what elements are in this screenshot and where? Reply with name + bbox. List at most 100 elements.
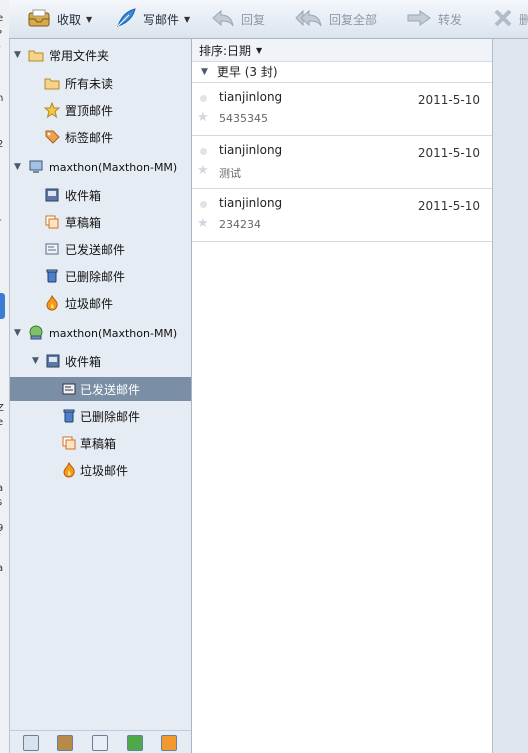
compose-button[interactable]: 写邮件 ▼ — [115, 0, 190, 38]
tree-node-account-2[interactable]: ▼ maxthon(Maxthon-MM) — [10, 322, 191, 344]
edge-char: ? — [0, 30, 7, 40]
edge-char: 2 — [0, 140, 7, 150]
message-sender: tianjinlong — [219, 196, 283, 210]
tree-node-label: maxthon(Maxthon-MM) — [49, 326, 178, 340]
expand-arrow-icon[interactable]: ▼ — [32, 356, 39, 366]
rss-icon[interactable] — [161, 735, 177, 751]
message-row[interactable]: ★ tianjinlong 2011-5-10 5435345 — [192, 83, 492, 136]
edge-char: Z — [0, 404, 7, 414]
delete-label: 删 — [519, 12, 528, 27]
reply-all-button[interactable]: 回复全部 — [295, 0, 377, 38]
tree-node-unread[interactable]: 所有未读 — [10, 72, 191, 94]
tree-node-inbox-2[interactable]: ▼ 收件箱 — [10, 350, 191, 372]
edge-char: a — [0, 564, 7, 574]
edge-char: / — [0, 46, 7, 56]
expand-arrow-icon[interactable]: ▼ — [14, 328, 21, 338]
message-preview: 234234 — [219, 218, 261, 231]
tree-node-account-1[interactable]: ▼ maxthon(Maxthon-MM) — [10, 156, 191, 178]
delete-button[interactable]: 删 — [493, 0, 528, 38]
star-icon[interactable]: ★ — [197, 110, 209, 125]
unread-dot-icon[interactable] — [200, 95, 207, 102]
globe-account-icon — [28, 325, 44, 341]
tree-node-label: 已删除邮件 — [80, 409, 141, 424]
edge-char: 9 — [0, 524, 7, 534]
tree-node-label: 已发送邮件 — [65, 242, 126, 257]
tree-node-label: 收件箱 — [65, 354, 102, 369]
tree-node-label: 标签邮件 — [65, 130, 114, 145]
delete-x-icon — [493, 9, 513, 30]
receive-button[interactable]: 收取 ▼ — [27, 0, 92, 38]
sent-icon — [61, 381, 77, 397]
tree-node-label: 常用文件夹 — [49, 48, 110, 63]
message-row[interactable]: ★ tianjinlong 2011-5-10 234234 — [192, 189, 492, 242]
tree-node-label: 草稿箱 — [65, 215, 102, 230]
star-icon[interactable]: ★ — [197, 216, 209, 231]
sidebar-shortcut-bar — [10, 730, 191, 753]
tree-node-drafts[interactable]: 草稿箱 — [10, 211, 191, 233]
sent-icon — [44, 241, 60, 257]
expand-arrow-icon[interactable]: ▼ — [14, 162, 21, 172]
tree-node-drafts-2[interactable]: 草稿箱 — [10, 432, 191, 454]
tree-node-junk[interactable]: 垃圾邮件 — [10, 292, 191, 314]
folder-icon — [28, 47, 44, 63]
tree-node-label: 置顶邮件 — [65, 103, 114, 118]
drafts-icon — [61, 435, 77, 451]
reply-button[interactable]: 回复 — [211, 0, 265, 38]
tree-node-sent-2[interactable]: 已发送邮件 — [10, 377, 191, 401]
tree-node-deleted[interactable]: 已删除邮件 — [10, 265, 191, 287]
unread-dot-icon[interactable] — [200, 201, 207, 208]
edge-char: e — [0, 418, 7, 428]
edge-char: a — [0, 484, 7, 494]
tree-node-inbox[interactable]: 收件箱 — [10, 184, 191, 206]
background-window-edge: e ? / n 2 r i Z e a s 9 a — [0, 0, 10, 753]
notes-icon[interactable] — [127, 735, 143, 751]
chevron-down-icon[interactable]: ▼ — [86, 15, 92, 24]
compose-label: 写邮件 — [143, 12, 180, 27]
inbox-icon — [45, 353, 61, 369]
edge-char: e — [0, 14, 7, 24]
computer-icon — [28, 159, 44, 175]
contacts-icon[interactable] — [57, 735, 73, 751]
tree-node-label: 草稿箱 — [80, 436, 117, 451]
forward-button[interactable]: 转发 — [406, 0, 462, 38]
chevron-down-icon: ▼ — [256, 45, 263, 55]
message-preview: 测试 — [219, 167, 241, 180]
group-header[interactable]: ▼ 更早 (3 封) — [192, 61, 492, 83]
reading-pane — [493, 39, 528, 753]
trash-icon — [61, 408, 77, 424]
star-icon — [44, 102, 60, 118]
tree-node-sent[interactable]: 已发送邮件 — [10, 238, 191, 260]
star-icon[interactable]: ★ — [197, 163, 209, 178]
message-row[interactable]: ★ tianjinlong 2011-5-10 测试 — [192, 136, 492, 189]
tree-node-label: 收件箱 — [65, 188, 102, 203]
edge-char: s — [0, 498, 7, 508]
unread-dot-icon[interactable] — [200, 148, 207, 155]
mail-icon[interactable] — [23, 735, 39, 751]
tree-node-deleted-2[interactable]: 已删除邮件 — [10, 405, 191, 427]
feather-pen-icon — [115, 7, 137, 32]
folder-icon — [44, 75, 60, 91]
collapse-arrow-icon[interactable]: ▼ — [201, 67, 208, 77]
tree-node-pinned[interactable]: 置顶邮件 — [10, 99, 191, 121]
sort-header[interactable]: 排序:日期 ▼ — [192, 39, 492, 62]
trash-icon — [44, 268, 60, 284]
calendar-icon[interactable] — [92, 735, 108, 751]
edge-char: i — [0, 258, 7, 268]
tree-node-junk-2[interactable]: 垃圾邮件 — [10, 459, 191, 481]
folder-tree: ▼ 常用文件夹 所有未读 置顶邮件 标签邮件 ▼ maxthon(Maxthon… — [10, 39, 192, 753]
tree-node-label: 已发送邮件 — [80, 382, 141, 397]
message-sender: tianjinlong — [219, 90, 283, 104]
message-list: 排序:日期 ▼ ▼ 更早 (3 封) ★ tianjinlong 2011-5-… — [192, 39, 493, 753]
tree-node-label: 已删除邮件 — [65, 269, 126, 284]
tree-node-tagged[interactable]: 标签邮件 — [10, 126, 191, 148]
message-preview: 5435345 — [219, 112, 268, 125]
reply-arrow-icon — [211, 9, 235, 30]
expand-arrow-icon[interactable]: ▼ — [14, 50, 21, 60]
group-label: 更早 (3 封) — [216, 65, 278, 79]
tree-node-favorites[interactable]: ▼ 常用文件夹 — [10, 44, 191, 66]
chevron-down-icon[interactable]: ▼ — [184, 15, 190, 24]
junk-fire-icon — [44, 295, 60, 311]
background-button[interactable] — [0, 293, 5, 319]
edge-char: n — [0, 94, 7, 104]
edge-char: r — [0, 218, 7, 228]
